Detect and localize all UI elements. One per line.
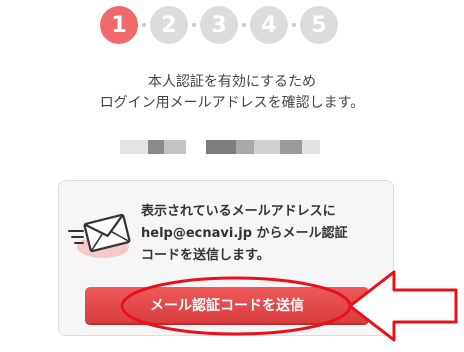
card-message-line: コードを送信します。 (141, 248, 270, 263)
step-separator (190, 23, 198, 27)
step-1: 1 (100, 6, 138, 44)
envelope-icon (68, 213, 131, 258)
intro-line: ログイン用メールアドレスを確認します。 (99, 95, 365, 111)
masked-email-address (120, 140, 320, 154)
intro-line: 本人認証を有効にするため (147, 74, 317, 90)
step-3: 3 (200, 6, 238, 44)
confirmation-card: 表示されているメールアドレスに help@ecnavi.jp からメール認証 コ… (58, 180, 394, 336)
step-4: 4 (250, 6, 288, 44)
card-message-line: 表示されているメールアドレスに (141, 204, 336, 219)
step-5: 5 (300, 6, 338, 44)
step-separator (290, 23, 298, 27)
card-message-line: help@ecnavi.jp からメール認証 (141, 226, 348, 241)
step-separator (140, 23, 148, 27)
step-separator (240, 23, 248, 27)
intro-text: 本人認証を有効にするため ログイン用メールアドレスを確認します。 (0, 72, 464, 114)
card-message: 表示されているメールアドレスに help@ecnavi.jp からメール認証 コ… (141, 201, 391, 267)
send-auth-code-button[interactable]: メール認証コードを送信 (85, 287, 369, 323)
progress-stepper: 1 2 3 4 5 (100, 6, 338, 44)
step-2: 2 (150, 6, 188, 44)
